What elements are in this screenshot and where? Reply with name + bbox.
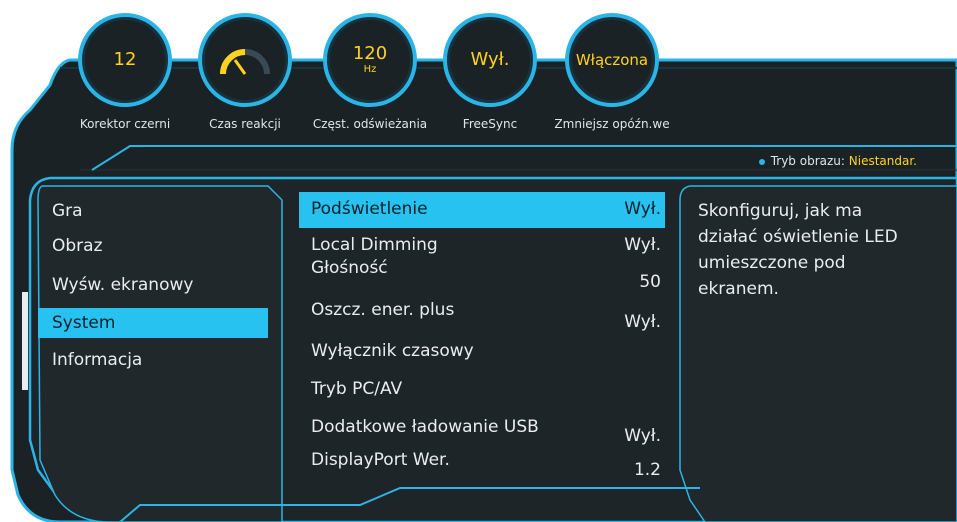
menu-item-label: Informacja <box>52 350 143 370</box>
menu-item-obraz[interactable]: Obraz <box>38 231 268 261</box>
submenu-label: Dodatkowe ładowanie USB <box>311 417 539 437</box>
response-time-dial-icon <box>220 49 270 75</box>
submenu-value: Wył. <box>624 235 661 255</box>
submenu-value: 1.2 <box>633 460 661 480</box>
submenu-label: DisplayPort Wer. <box>311 450 450 470</box>
gauge-label: Zmniejsz opóźn.we <box>554 117 670 131</box>
submenu-row-usb-charging[interactable]: Dodatkowe ładowanie USB Wył. <box>299 412 665 448</box>
menu-item-label: Wyśw. ekranowy <box>52 275 194 295</box>
gauge-label: Częst. odświeżania <box>312 117 428 131</box>
menu-item-system[interactable]: System <box>38 308 268 338</box>
response-time-gauge[interactable] <box>198 13 292 107</box>
menu-item-label: Gra <box>52 201 83 221</box>
menu-item-wysw-ekranowy[interactable]: Wyśw. ekranowy <box>38 270 268 300</box>
menu-item-gra[interactable]: Gra <box>38 196 268 226</box>
black-equalizer-gauge[interactable]: 12 <box>78 13 172 107</box>
status-dot-icon <box>758 158 765 165</box>
submenu-label: Tryb PC/AV <box>311 379 403 399</box>
status-prefix: Tryb obrazu: <box>770 154 845 168</box>
gauge-unit: Hz <box>363 63 377 75</box>
submenu-value: Wył. <box>624 312 661 332</box>
submenu-row-glosnosc[interactable]: Głośność 50 <box>299 256 665 292</box>
gauge-label: FreeSync <box>462 117 518 131</box>
description-text: Skonfiguruj, jak ma działać oświetlenie … <box>698 201 898 299</box>
gauge-value: Włączona <box>575 51 649 69</box>
submenu-row-displayport[interactable]: DisplayPort Wer. 1.2 <box>299 446 665 482</box>
menu-item-informacja[interactable]: Informacja <box>38 345 268 375</box>
gauge-value: 12 <box>113 49 137 70</box>
submenu-value: Wył. <box>624 199 661 219</box>
submenu-label: Oszcz. ener. plus <box>311 300 455 320</box>
submenu-row-oszcz-ener[interactable]: Oszcz. ener. plus Wył. <box>299 298 665 334</box>
submenu-label: Podświetlenie <box>311 199 428 219</box>
gauge-value: 120 <box>352 42 388 64</box>
submenu-row-podswietlenie[interactable]: Podświetlenie Wył. <box>299 192 665 228</box>
picture-mode-status: Tryb obrazu: Niestandar. <box>758 154 917 168</box>
gauge-label: Czas reakcji <box>209 117 281 131</box>
menu-item-label: System <box>52 313 116 333</box>
freesync-gauge[interactable]: Wył. <box>443 13 537 107</box>
gauge-label: Korektor czerni <box>79 117 171 131</box>
submenu-value: 50 <box>639 272 661 292</box>
submenu-value: Wył. <box>624 426 661 446</box>
gauge-value: Wył. <box>470 49 510 70</box>
refresh-rate-gauge[interactable]: 120 Hz <box>323 13 417 107</box>
submenu-label: Local Dimming <box>311 235 438 255</box>
status-value: Niestandar. <box>848 154 917 168</box>
submenu-label: Wyłącznik czasowy <box>311 341 474 361</box>
submenu-row-wylacznik-czasowy[interactable]: Wyłącznik czasowy <box>299 336 665 372</box>
input-lag-gauge[interactable]: Włączona <box>565 13 659 107</box>
submenu-label: Głośność <box>311 258 388 278</box>
submenu-row-tryb-pc-av[interactable]: Tryb PC/AV <box>299 374 665 410</box>
menu-item-label: Obraz <box>52 236 103 256</box>
